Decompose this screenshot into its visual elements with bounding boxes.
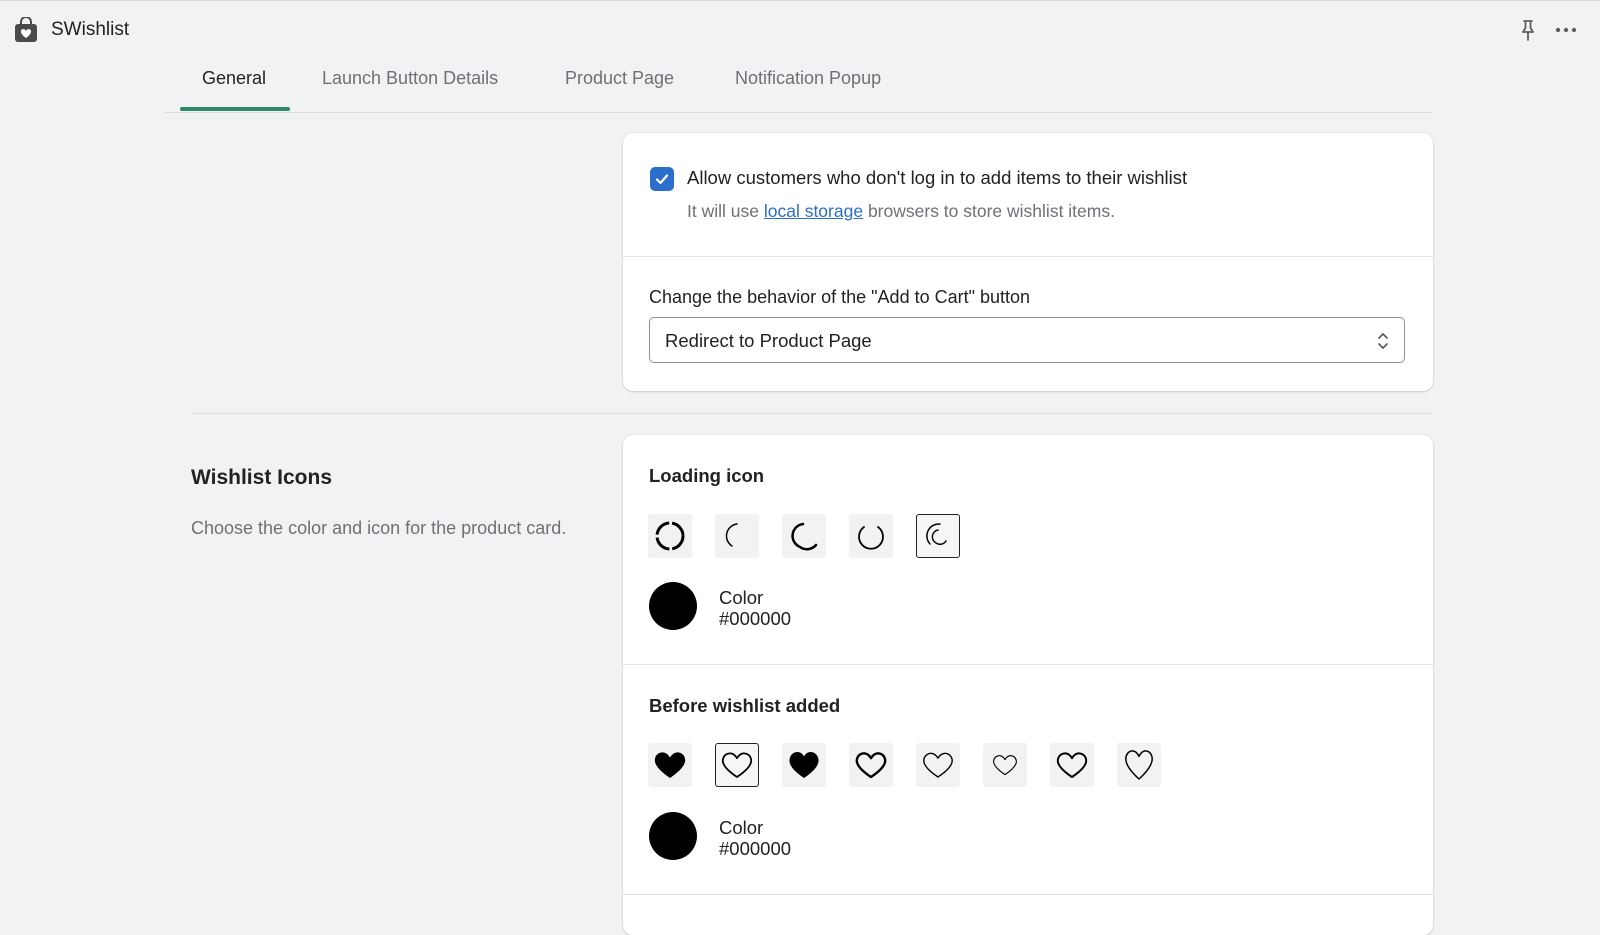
heart-outline-icon: [721, 752, 753, 778]
spinner-arc-open-icon: [858, 526, 884, 550]
heart-option-outline-tall[interactable]: [1117, 743, 1161, 787]
app-title: SWishlist: [51, 19, 130, 40]
heart-filled-icon: [654, 752, 686, 778]
spinner-arc-double-icon: [926, 523, 947, 546]
heart-option-outline-small[interactable]: [983, 743, 1027, 787]
help-text-prefix: It will use: [687, 201, 759, 221]
add-to-cart-select[interactable]: Redirect to Product Page: [649, 317, 1405, 363]
heart-outline-thin-icon: [923, 752, 953, 778]
card-divider: [623, 664, 1433, 665]
loading-option-ring[interactable]: [648, 514, 692, 558]
heart-option-filled[interactable]: [648, 743, 692, 787]
tab-notification-popup[interactable]: Notification Popup: [735, 68, 881, 112]
add-to-cart-selected-value: Redirect to Product Page: [665, 330, 872, 351]
guest-wishlist-help: It will use local storage browsers to st…: [687, 201, 1115, 222]
loading-color-label: Color: [719, 587, 764, 608]
before-added-color-value: #000000: [719, 838, 792, 859]
heart-filled-bold-icon: [789, 752, 819, 778]
before-added-color-swatch[interactable]: [649, 812, 697, 860]
heart-outline-small-icon: [993, 755, 1017, 776]
section-divider: [191, 413, 1433, 414]
tab-general[interactable]: General: [202, 68, 266, 112]
help-text-suffix: browsers to store wishlist items.: [867, 201, 1115, 221]
heart-option-outline-medium[interactable]: [1050, 743, 1094, 787]
select-caret-icon: [1378, 333, 1388, 349]
guest-wishlist-label[interactable]: Allow customers who don't log in to add …: [687, 167, 1187, 189]
settings-tabs: General Launch Button Details Product Pa…: [164, 58, 1432, 113]
tab-product-page[interactable]: Product Page: [565, 68, 674, 112]
spinner-arc-thick-icon: [791, 522, 818, 551]
heart-outline-bold-icon: [855, 752, 887, 779]
local-storage-link[interactable]: local storage: [764, 201, 863, 221]
guest-wishlist-checkbox[interactable]: [650, 167, 674, 191]
loading-color-swatch[interactable]: [649, 582, 697, 630]
before-added-color-label: Color: [719, 817, 764, 838]
checkmark-icon: [655, 174, 669, 185]
heart-outline-medium-icon: [1056, 752, 1088, 778]
add-to-cart-label: Change the behavior of the "Add to Cart"…: [649, 287, 1031, 307]
spinner-arc-thin-icon: [725, 523, 738, 547]
shopping-bag-heart-icon: [15, 17, 37, 42]
wishlist-icons-card: Loading icon Color #000000 Before wishli…: [623, 435, 1433, 935]
active-tab-indicator: [180, 107, 290, 111]
more-horizontal-icon[interactable]: [1554, 21, 1578, 39]
before-wishlist-heading: Before wishlist added: [649, 695, 841, 716]
loading-option-arc-thick[interactable]: [782, 514, 826, 558]
heart-option-filled-bold[interactable]: [782, 743, 826, 787]
card-divider: [623, 256, 1433, 257]
heart-option-outline-thin[interactable]: [916, 743, 960, 787]
wishlist-icons-description: Choose the color and icon for the produc…: [191, 518, 567, 538]
loading-icon-heading: Loading icon: [649, 465, 765, 486]
pin-icon[interactable]: [1518, 19, 1538, 41]
loading-option-arc-thin[interactable]: [715, 514, 759, 558]
general-settings-card: Allow customers who don't log in to add …: [623, 133, 1433, 391]
loading-option-arc-double[interactable]: [916, 514, 960, 558]
loading-color-value: #000000: [719, 608, 792, 629]
loading-option-arc-open[interactable]: [849, 514, 893, 558]
wishlist-icons-title: Wishlist Icons: [191, 466, 333, 489]
heart-option-outline-bold[interactable]: [849, 743, 893, 787]
app-header: SWishlist: [0, 0, 1600, 58]
heart-option-outline[interactable]: [715, 743, 759, 787]
card-divider: [623, 894, 1433, 895]
spinner-ring-icon: [655, 521, 685, 551]
tab-launch-button-details[interactable]: Launch Button Details: [322, 68, 498, 112]
heart-outline-tall-icon: [1125, 750, 1153, 780]
